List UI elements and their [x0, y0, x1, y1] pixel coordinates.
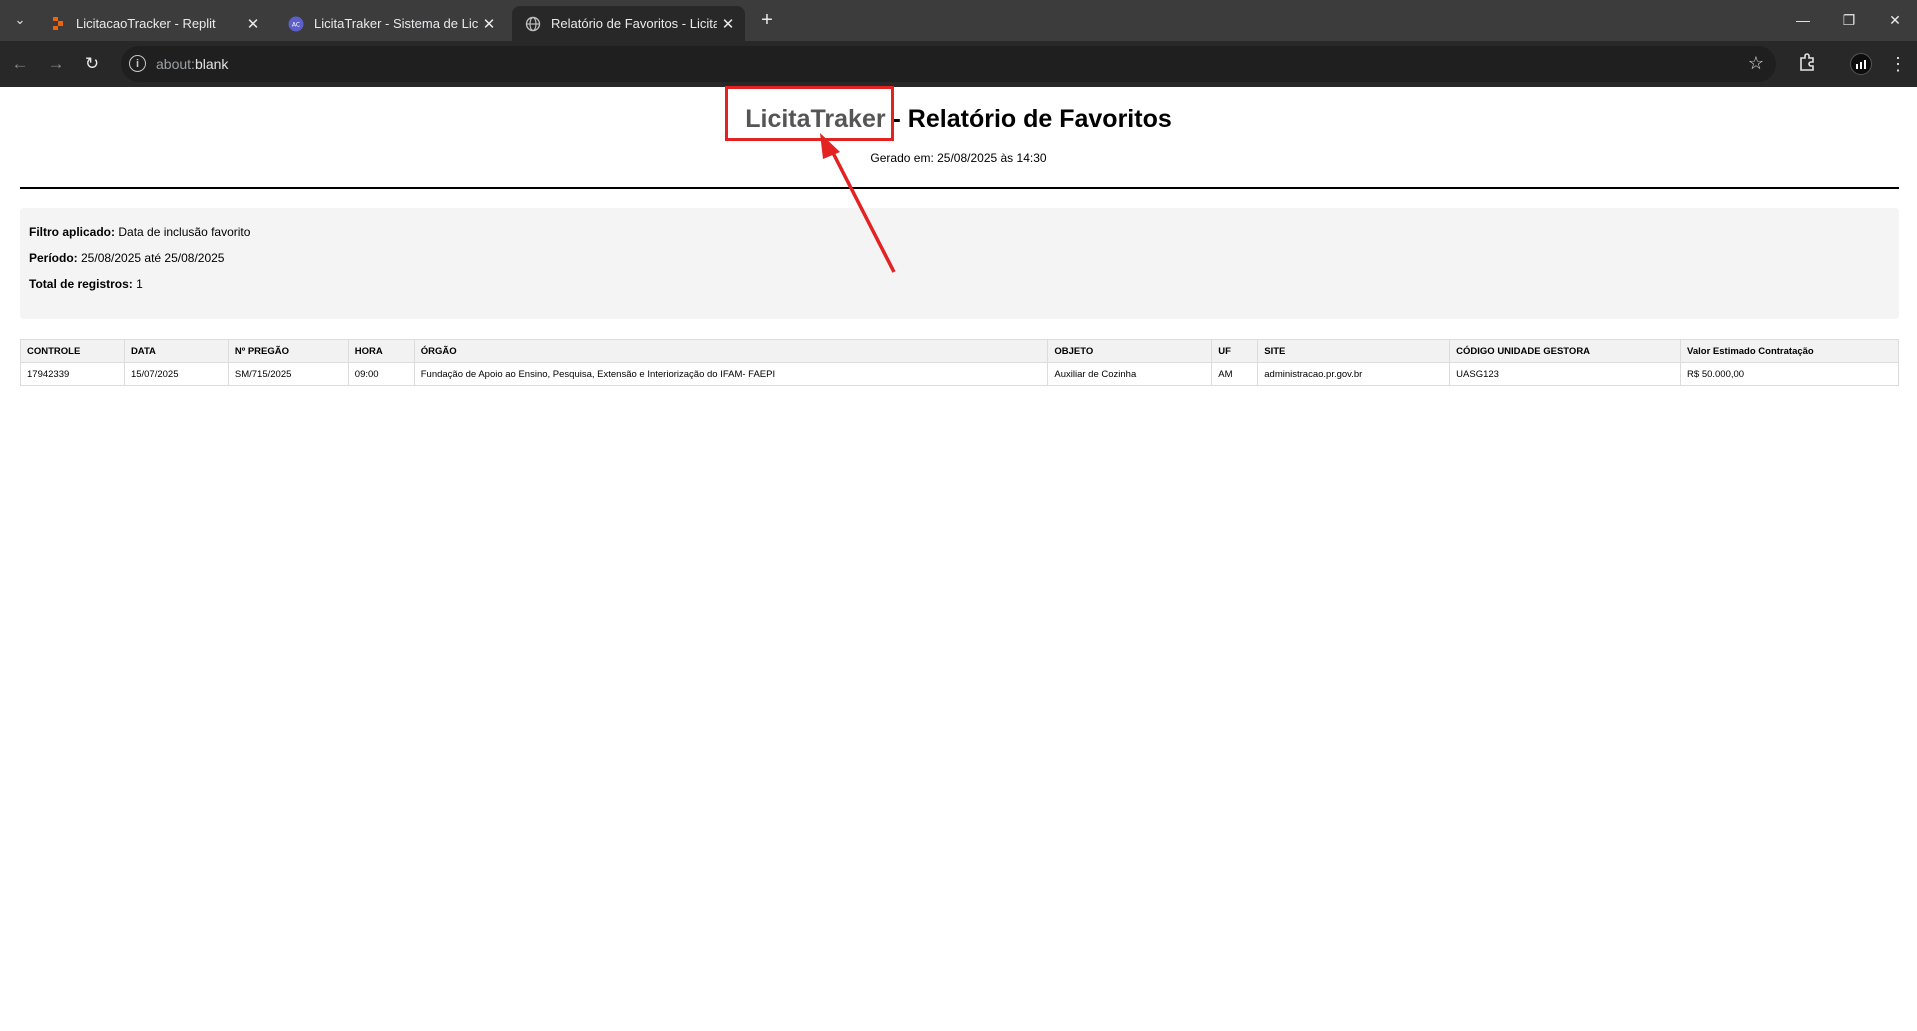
column-header: UF	[1211, 339, 1259, 363]
url-scheme: about:	[156, 56, 195, 72]
filter-line: Filtro aplicado: Data de inclusão favori…	[29, 225, 250, 239]
site-info-icon[interactable]: i	[129, 55, 146, 72]
forward-arrow-icon[interactable]: →	[44, 52, 68, 76]
tab-title: Relatório de Favoritos - LicitaTraker	[551, 16, 717, 31]
replit-icon	[53, 16, 63, 30]
cell-pregao: SM/715/2025	[227, 362, 349, 386]
column-header: DATA	[123, 339, 229, 363]
browser-toolbar: ← → ↻ i about:blank ☆ ⋮	[0, 41, 1917, 87]
column-header: HORA	[347, 339, 415, 363]
generated-timestamp: Gerado em: 25/08/2025 às 14:30	[870, 151, 1047, 165]
url-text[interactable]: about:blank	[156, 56, 228, 72]
svg-text:AC: AC	[292, 21, 300, 28]
favorites-table: CONTROLE DATA Nº PREGÃO HORA ÓRGÃO OBJET…	[20, 339, 1899, 386]
back-arrow-icon[interactable]: ←	[8, 52, 32, 76]
cell-uf: AM	[1211, 362, 1259, 386]
cell-orgao: Fundação de Apoio ao Ensino, Pesquisa, E…	[413, 362, 1049, 386]
period-value: 25/08/2025 até 25/08/2025	[77, 251, 225, 265]
close-tab-icon[interactable]: ✕	[242, 15, 264, 33]
column-header: CONTROLE	[20, 339, 125, 363]
tab-licitatraker[interactable]: AC LicitaTraker - Sistema de Licitações …	[275, 6, 506, 41]
cell-hora: 09:00	[347, 362, 415, 386]
column-header: CÓDIGO UNIDADE GESTORA	[1449, 339, 1682, 363]
minimize-icon[interactable]: —	[1780, 0, 1826, 41]
cell-valor-estimado: R$ 50.000,00	[1680, 362, 1899, 386]
tab-relatorio-favoritos[interactable]: Relatório de Favoritos - LicitaTraker ✕	[512, 6, 745, 41]
cell-site: administracao.pr.gov.br	[1257, 362, 1451, 386]
column-header: OBJETO	[1047, 339, 1213, 363]
column-header: SITE	[1257, 339, 1451, 363]
filter-summary: Filtro aplicado: Data de inclusão favori…	[20, 208, 1899, 319]
period-label: Período:	[29, 251, 78, 265]
table-row: 17942339 15/07/2025 SM/715/2025 09:00 Fu…	[20, 362, 1899, 386]
cell-objeto: Auxiliar de Cozinha	[1047, 362, 1213, 386]
url-path: blank	[194, 56, 229, 72]
filter-label: Filtro aplicado:	[29, 225, 116, 239]
tab-title: LicitacaoTracker - Replit	[76, 16, 216, 31]
address-bar[interactable]: i about:blank ☆	[121, 46, 1776, 82]
annotation-highlight-box	[725, 86, 894, 141]
total-label: Total de registros:	[29, 277, 133, 291]
close-window-icon[interactable]: ✕	[1872, 0, 1917, 41]
profile-avatar[interactable]	[1850, 53, 1872, 75]
column-header: ÓRGÃO	[413, 339, 1049, 363]
new-tab-plus-icon[interactable]: +	[756, 9, 778, 31]
tab-strip: ⌄ LicitacaoTracker - Replit ✕ AC LicitaT…	[0, 0, 1917, 41]
extensions-puzzle-icon[interactable]	[1795, 52, 1819, 76]
cell-codigo-unidade: UASG123	[1449, 362, 1682, 386]
tab-replit[interactable]: LicitacaoTracker - Replit ✕	[37, 6, 270, 41]
page-title: LicitaTraker - Relatório de Favoritos	[0, 105, 1917, 134]
cell-data: 15/07/2025	[123, 362, 229, 386]
title-text: - Relatório de Favoritos	[885, 105, 1172, 133]
total-value: 1	[132, 277, 143, 291]
cell-controle: 17942339	[20, 362, 125, 386]
column-header: Valor Estimado Contratação	[1680, 339, 1899, 363]
tab-title: LicitaTraker - Sistema de Licitações	[314, 16, 478, 31]
restore-icon[interactable]: ❐	[1826, 0, 1872, 41]
close-tab-icon[interactable]: ✕	[717, 15, 739, 33]
bookmark-star-icon[interactable]: ☆	[1748, 53, 1764, 74]
more-menu-icon[interactable]: ⋮	[1886, 52, 1910, 76]
column-header: Nº PREGÃO	[227, 339, 349, 363]
close-tab-icon[interactable]: ✕	[478, 15, 500, 33]
reload-icon[interactable]: ↻	[80, 52, 104, 76]
period-line: Período: 25/08/2025 até 25/08/2025	[29, 251, 224, 265]
total-line: Total de registros: 1	[29, 277, 143, 291]
filter-value: Data de inclusão favorito	[115, 225, 251, 239]
globe-icon	[525, 16, 541, 31]
table-header-row: CONTROLE DATA Nº PREGÃO HORA ÓRGÃO OBJET…	[20, 339, 1899, 363]
divider	[20, 187, 1899, 189]
tab-search-chevron-icon[interactable]: ⌄	[10, 10, 30, 30]
report-page: LicitaTraker - Relatório de Favoritos Ge…	[0, 87, 1917, 1031]
app-icon: AC	[288, 16, 304, 31]
